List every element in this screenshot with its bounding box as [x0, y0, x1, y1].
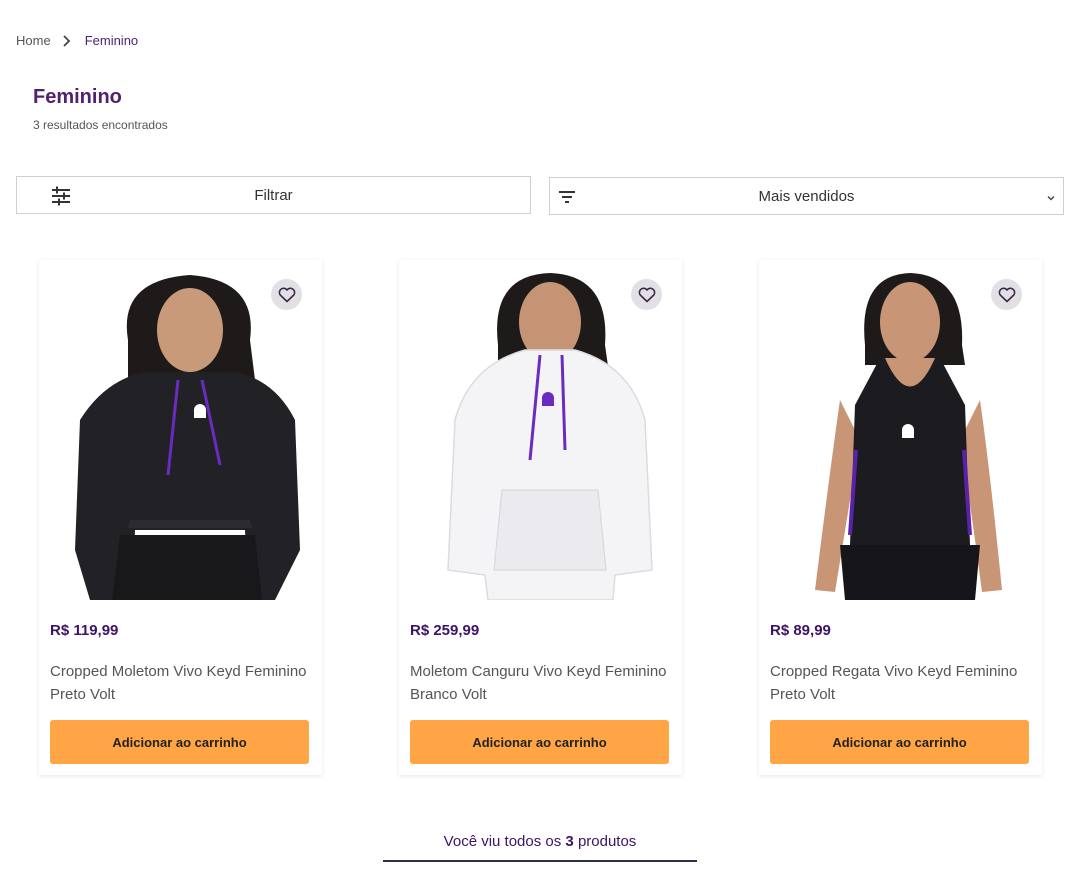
product-image[interactable] [410, 270, 670, 600]
results-progress-bar [383, 860, 697, 862]
filter-button[interactable]: Filtrar [16, 176, 531, 214]
add-to-cart-button[interactable]: Adicionar ao carrinho [770, 720, 1029, 764]
add-to-cart-button[interactable]: Adicionar ao carrinho [50, 720, 309, 764]
product-card[interactable]: R$ 89,99 Cropped Regata Vivo Keyd Femini… [759, 260, 1042, 775]
product-price: R$ 89,99 [770, 622, 831, 639]
favorite-button[interactable] [991, 279, 1022, 310]
favorite-button[interactable] [271, 279, 302, 310]
seen-all-message: Você viu todos os 3 produtos [383, 833, 697, 850]
page-title: Feminino [33, 86, 122, 108]
add-to-cart-button[interactable]: Adicionar ao carrinho [410, 720, 669, 764]
product-card[interactable]: R$ 259,99 Moletom Canguru Vivo Keyd Femi… [399, 260, 682, 775]
product-name[interactable]: Cropped Moletom Vivo Keyd Feminino Preto… [50, 660, 312, 706]
sliders-icon [51, 186, 71, 206]
chevron-down-icon [1045, 191, 1057, 203]
product-name[interactable]: Cropped Regata Vivo Keyd Feminino Preto … [770, 660, 1032, 706]
heart-icon [998, 287, 1016, 303]
seen-all-suffix: produtos [577, 833, 637, 850]
breadcrumb: Home Feminino [16, 33, 138, 48]
product-card[interactable]: R$ 119,99 Cropped Moletom Vivo Keyd Femi… [39, 260, 322, 775]
chevron-right-icon [60, 34, 74, 48]
seen-all-prefix: Você viu todos os [443, 833, 562, 850]
seen-all-count: 3 [565, 833, 574, 850]
sort-select[interactable]: Mais vendidos [549, 177, 1064, 215]
result-count: 3 resultados encontrados [33, 118, 168, 132]
breadcrumb-current: Feminino [84, 33, 139, 48]
sort-selected-value: Mais vendidos [758, 187, 855, 205]
favorite-button[interactable] [631, 279, 662, 310]
product-price: R$ 119,99 [50, 622, 119, 639]
sort-icon [558, 188, 576, 206]
heart-icon [638, 287, 656, 303]
product-price: R$ 259,99 [410, 622, 480, 639]
breadcrumb-home-link[interactable]: Home [16, 33, 51, 48]
product-image[interactable] [50, 270, 310, 600]
product-name[interactable]: Moletom Canguru Vivo Keyd Feminino Branc… [410, 660, 672, 706]
filter-label: Filtrar [254, 186, 293, 204]
product-image[interactable] [770, 270, 1030, 600]
heart-icon [278, 287, 296, 303]
